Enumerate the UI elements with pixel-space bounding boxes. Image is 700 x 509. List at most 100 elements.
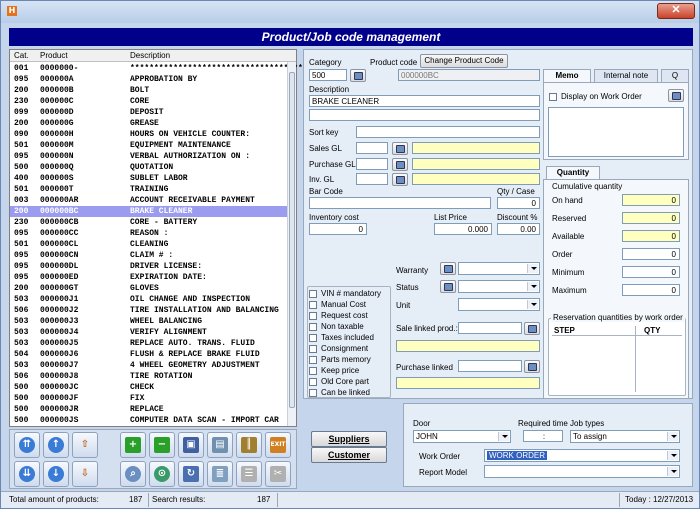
table-row[interactable]: 095 000000CN CLAIM # : bbox=[10, 250, 296, 261]
barcode-button[interactable]: ║ bbox=[236, 432, 262, 458]
column-header-category[interactable]: Cat. bbox=[14, 51, 29, 60]
product-code-field[interactable]: 000000BC bbox=[398, 69, 540, 81]
memo-lookup-button[interactable] bbox=[668, 89, 684, 102]
checkbox[interactable] bbox=[309, 345, 317, 353]
report-model-select[interactable] bbox=[484, 465, 680, 478]
table-row[interactable]: 503 000000J3 WHEEL BALANCING bbox=[10, 316, 296, 327]
sale-linked-lookup-button[interactable] bbox=[524, 322, 540, 335]
checkbox[interactable] bbox=[309, 301, 317, 309]
notes-button[interactable]: ≣ bbox=[207, 461, 233, 487]
memo-textarea[interactable] bbox=[548, 107, 684, 157]
tab-memo[interactable]: Memo bbox=[543, 69, 591, 82]
table-row[interactable]: 501 000000M EQUIPMENT MAINTENANCE bbox=[10, 140, 296, 151]
tools-button[interactable]: ✂ bbox=[265, 461, 291, 487]
checkbox[interactable] bbox=[309, 290, 317, 298]
print-button[interactable]: ▤ bbox=[207, 432, 233, 458]
checkbox[interactable] bbox=[309, 378, 317, 386]
table-row[interactable]: 500 000000JC CHECK bbox=[10, 382, 296, 393]
sort-key-field[interactable] bbox=[356, 126, 540, 138]
previous-record-button[interactable]: ⇧ bbox=[72, 432, 98, 458]
table-row[interactable]: 095 000000CC REASON : bbox=[10, 228, 296, 239]
column-header-description[interactable]: Description bbox=[130, 51, 170, 60]
add-button[interactable]: + bbox=[120, 432, 146, 458]
table-row[interactable]: 095 000000DL DRIVER LICENSE: bbox=[10, 261, 296, 272]
purchase-gl-lookup-button[interactable] bbox=[392, 158, 408, 171]
tab-quantity[interactable]: Quantity bbox=[546, 166, 600, 179]
quantity-field[interactable]: 0 bbox=[622, 284, 680, 296]
purchase-linked-lookup-button[interactable] bbox=[524, 360, 540, 373]
job-types-select[interactable]: To assign bbox=[570, 430, 680, 443]
required-time-field[interactable]: : bbox=[523, 430, 563, 442]
table-row[interactable]: 504 000000J6 FLUSH & REPLACE BRAKE FLUID bbox=[10, 349, 296, 360]
warranty-select[interactable] bbox=[458, 262, 540, 275]
description-line2-field[interactable] bbox=[309, 109, 540, 121]
save-button[interactable]: ▣ bbox=[178, 432, 204, 458]
table-row[interactable]: 200 000000GT GLOVES bbox=[10, 283, 296, 294]
description-field[interactable]: BRAKE CLEANER bbox=[309, 95, 540, 107]
checkbox[interactable] bbox=[309, 323, 317, 331]
exit-button[interactable]: EXIT bbox=[265, 432, 291, 458]
table-row[interactable]: 230 000000CB CORE - BATTERY bbox=[10, 217, 296, 228]
checkbox[interactable] bbox=[309, 389, 317, 397]
table-row[interactable]: 503 000000J5 REPLACE AUTO. TRANS. FLUID bbox=[10, 338, 296, 349]
purchase-gl-field[interactable] bbox=[356, 158, 388, 170]
column-header-product[interactable]: Product bbox=[40, 51, 68, 60]
inv-gl-lookup-button[interactable] bbox=[392, 173, 408, 186]
sales-gl-lookup-button[interactable] bbox=[392, 142, 408, 155]
tab-q[interactable]: Q bbox=[661, 69, 689, 82]
status-select[interactable] bbox=[458, 280, 540, 293]
category-field[interactable]: 500 bbox=[309, 69, 347, 81]
tab-internal-note[interactable]: Internal note bbox=[594, 69, 658, 82]
table-row[interactable]: 500 000000JF FIX bbox=[10, 393, 296, 404]
status-lookup-button[interactable] bbox=[440, 280, 456, 293]
table-row[interactable]: 003 000000AR ACCOUNT RECEIVABLE PAYMENT bbox=[10, 195, 296, 206]
suppliers-button[interactable]: Suppliers bbox=[311, 431, 387, 447]
table-row[interactable]: 503 000000J1 OIL CHANGE AND INSPECTION bbox=[10, 294, 296, 305]
barcode-field[interactable] bbox=[309, 197, 491, 209]
checkbox[interactable] bbox=[309, 312, 317, 320]
table-row[interactable]: 500 000000JR REPLACE bbox=[10, 404, 296, 415]
purchase-linked-field[interactable] bbox=[458, 360, 522, 372]
previous-page-button[interactable]: ↑ bbox=[43, 432, 69, 458]
table-row[interactable]: 200 000000B BOLT bbox=[10, 85, 296, 96]
column-header-qty[interactable]: QTY bbox=[644, 326, 660, 335]
discount-field[interactable]: 0.00 bbox=[497, 223, 540, 235]
checkbox[interactable] bbox=[309, 334, 317, 342]
table-row[interactable]: 503 000000J7 4 WHEEL GEOMETRY ADJUSTMENT bbox=[10, 360, 296, 371]
table-row[interactable]: 001 0000000- *****************************… bbox=[10, 63, 312, 74]
quantity-field[interactable]: 0 bbox=[622, 266, 680, 278]
product-list[interactable]: Cat. Product Description 001 0000000- ****… bbox=[9, 49, 312, 427]
table-row[interactable]: 500 000000Q QUOTATION bbox=[10, 162, 296, 173]
last-record-button[interactable]: ⇊ bbox=[14, 461, 40, 487]
sales-gl-field[interactable] bbox=[356, 142, 388, 154]
table-row[interactable]: 501 000000CL CLEANING bbox=[10, 239, 296, 250]
zoom-button[interactable]: ⊙ bbox=[149, 461, 175, 487]
door-select[interactable]: JOHN bbox=[413, 430, 511, 443]
sale-linked-field[interactable] bbox=[458, 322, 522, 334]
list-price-field[interactable]: 0.000 bbox=[434, 223, 492, 235]
table-row[interactable]: 200 000000BC BRAKE CLEANER bbox=[10, 206, 296, 217]
table-row[interactable]: 501 000000T TRAINING bbox=[10, 184, 296, 195]
change-product-code-button[interactable]: Change Product Code bbox=[420, 54, 508, 68]
list-scrollbar[interactable] bbox=[287, 62, 296, 426]
checkbox[interactable] bbox=[309, 367, 317, 375]
table-row[interactable]: 230 000000C CORE bbox=[10, 96, 296, 107]
table-row[interactable]: 200 000000G GREASE bbox=[10, 118, 296, 129]
customer-button[interactable]: Customer bbox=[311, 447, 387, 463]
qty-case-field[interactable]: 0 bbox=[497, 197, 540, 209]
list-scroll-thumb[interactable] bbox=[289, 72, 295, 408]
table-row[interactable]: 099 000000D DEPOSIT bbox=[10, 107, 296, 118]
delete-button[interactable]: − bbox=[149, 432, 175, 458]
warranty-lookup-button[interactable] bbox=[440, 262, 456, 275]
table-row[interactable]: 095 000000ED EXPIRATION DATE: bbox=[10, 272, 296, 283]
first-record-button[interactable]: ⇈ bbox=[14, 432, 40, 458]
category-lookup-button[interactable] bbox=[350, 69, 366, 82]
table-row[interactable]: 400 000000S SUBLET LABOR bbox=[10, 173, 296, 184]
next-record-button[interactable]: ⇩ bbox=[72, 461, 98, 487]
find-button[interactable]: ⌕ bbox=[120, 461, 146, 487]
display-on-work-order-checkbox[interactable] bbox=[549, 93, 557, 101]
table-row[interactable]: 503 000000J4 VERIFY ALIGNMENT bbox=[10, 327, 296, 338]
work-order-select[interactable]: WORK ORDER bbox=[484, 449, 680, 462]
refresh-button[interactable]: ↻ bbox=[178, 461, 204, 487]
history-button[interactable]: ☰ bbox=[236, 461, 262, 487]
